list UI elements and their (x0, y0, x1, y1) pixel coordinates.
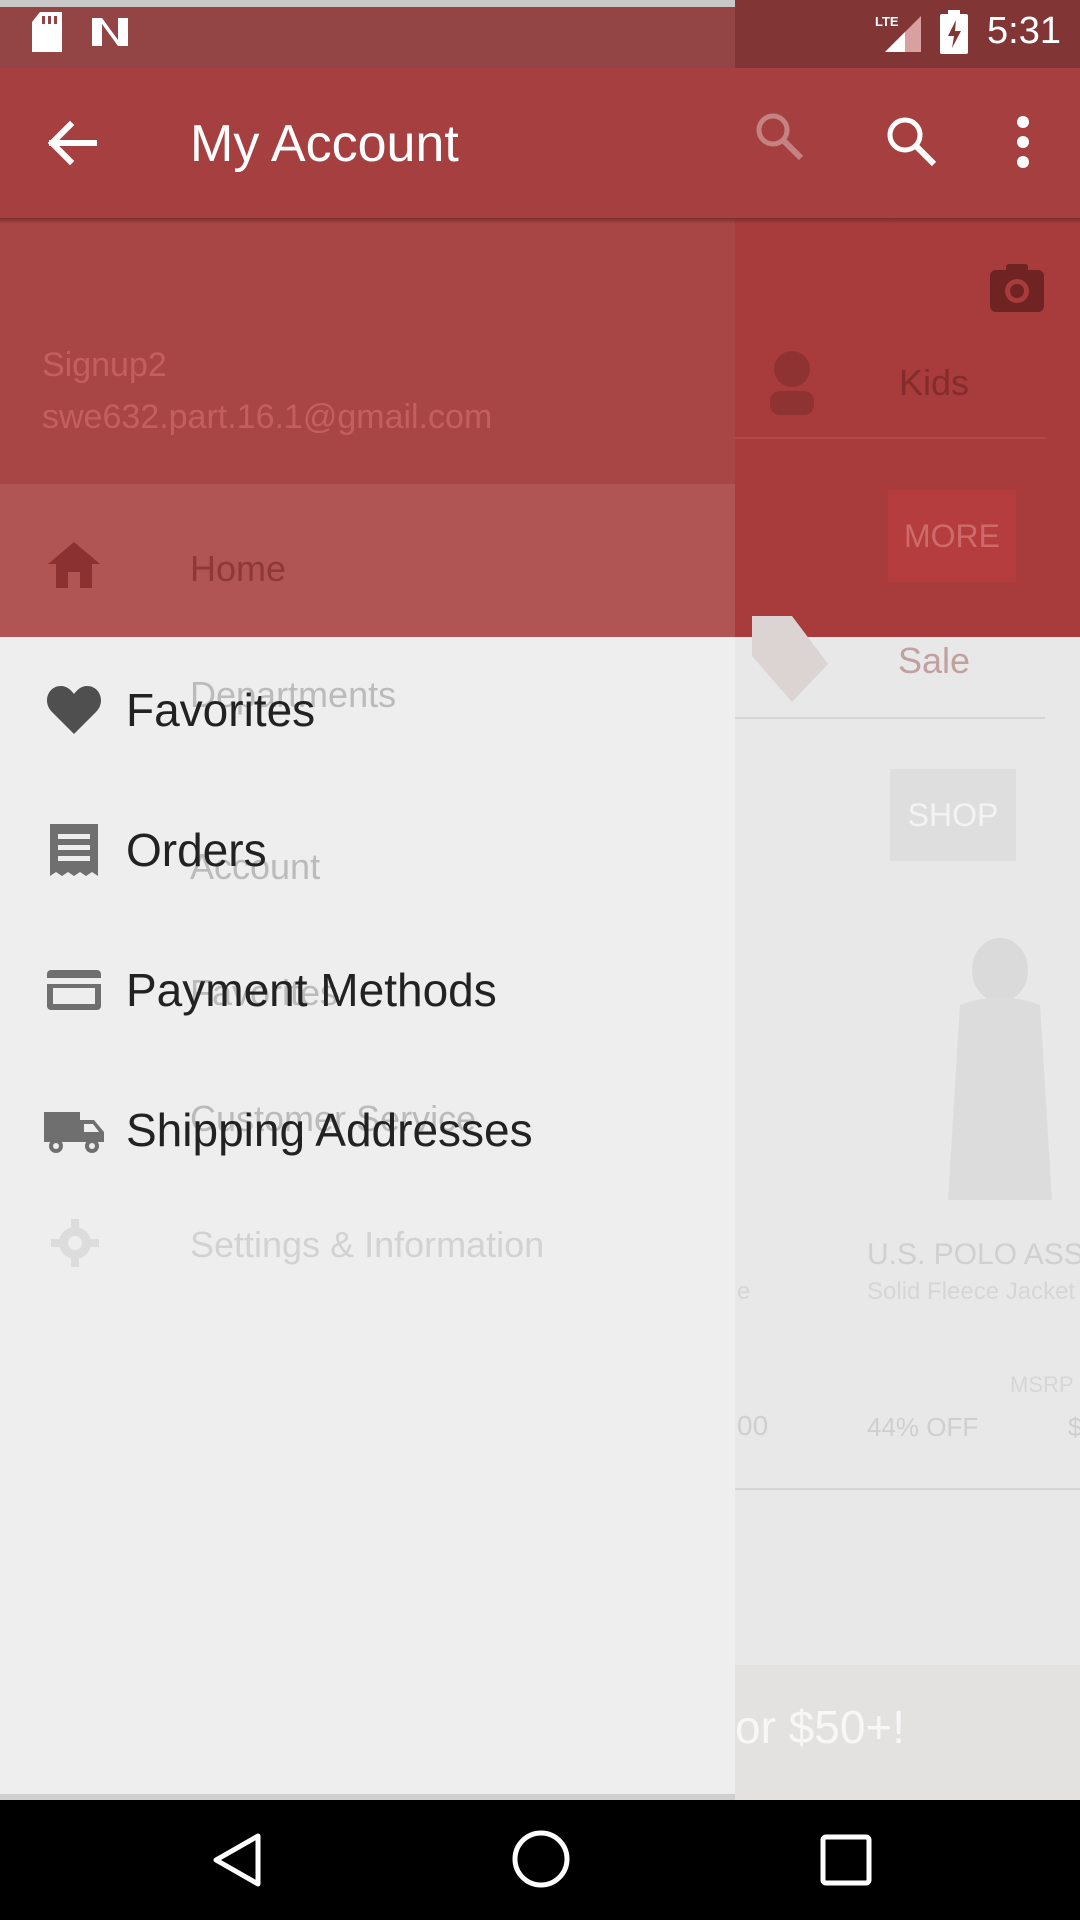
credit-card-icon (44, 962, 104, 1018)
overflow-menu-button[interactable] (1005, 112, 1041, 172)
background-dollar-fragment: $ (1068, 1412, 1080, 1442)
background-category-sale: Sale (898, 640, 971, 681)
arrow-back-icon (47, 120, 97, 166)
back-button[interactable] (40, 110, 106, 176)
background-sale-icon (748, 612, 830, 704)
page-title: My Account (190, 115, 459, 173)
sd-card-icon (30, 12, 64, 52)
background-kids-icon (762, 345, 822, 417)
background-divider (735, 1488, 1080, 1490)
menu-item-shipping-addresses-label: Shipping Addresses (126, 1104, 533, 1156)
svg-text:LTE: LTE (875, 14, 899, 29)
menu-item-payment-methods[interactable]: Payment Methods (0, 920, 735, 1060)
ghost-settings-icon (50, 1218, 100, 1268)
ghost-item-home: Home (190, 548, 287, 589)
background-price-fragment: 00 (737, 1410, 769, 1441)
nav-recents-button[interactable] (818, 1832, 874, 1888)
background-promo-text: or $50+! (735, 1701, 906, 1753)
ghost-item-settings: Settings & Information (190, 1224, 545, 1265)
background-category-kids: Kids (899, 362, 970, 403)
background-discount: 44% OFF (867, 1412, 979, 1442)
background-shop-button[interactable]: SHOP (890, 769, 1016, 861)
truck-icon (44, 1102, 104, 1158)
background-camera-icon (990, 262, 1044, 312)
heart-icon (44, 682, 104, 738)
background-more-button[interactable]: MORE (888, 490, 1016, 582)
nav-back-button[interactable] (210, 1832, 266, 1888)
more-vert-icon (1017, 116, 1029, 168)
ghost-home-icon (46, 540, 102, 590)
circle-home-icon (512, 1830, 570, 1888)
status-bar-edge (0, 0, 735, 7)
background-divider (735, 437, 1045, 439)
ghost-user-email: swe632.part.16.1@gmail.com (42, 398, 493, 436)
menu-item-favorites[interactable]: Favorites (0, 640, 735, 780)
search-icon (887, 117, 937, 167)
navigation-drawer: Signup2 swe632.part.16.1@gmail.com Home … (0, 0, 735, 1795)
lte-signal-icon: LTE (875, 12, 923, 52)
background-product-name: Solid Fleece Jacket (867, 1278, 1076, 1305)
menu-item-orders[interactable]: Orders (0, 780, 735, 920)
background-product-brand: U.S. POLO ASS (867, 1238, 1080, 1271)
battery-charging-icon (940, 10, 968, 54)
background-letter-fragment: e (737, 1278, 751, 1305)
triangle-back-icon (213, 1833, 261, 1887)
background-msrp-label: MSRP (1010, 1372, 1074, 1397)
background-product-image (940, 935, 1060, 1210)
menu-item-payment-methods-label: Payment Methods (126, 964, 497, 1016)
menu-item-favorites-label: Favorites (126, 684, 316, 736)
receipt-icon (44, 822, 104, 878)
nav-home-button[interactable] (510, 1828, 572, 1890)
square-recents-icon (820, 1834, 872, 1886)
background-divider (735, 717, 1045, 719)
toolbar-shadow (0, 218, 1080, 224)
search-button[interactable] (884, 114, 940, 170)
n-notification-icon (90, 12, 130, 52)
ghost-search-icon (753, 110, 805, 162)
ghost-user-name: Signup2 (42, 346, 167, 384)
menu-item-shipping-addresses[interactable]: Shipping Addresses (0, 1060, 735, 1200)
drawer-header-highlight (0, 484, 735, 637)
status-time: 5:31 (987, 10, 1061, 52)
menu-item-orders-label: Orders (126, 824, 267, 876)
